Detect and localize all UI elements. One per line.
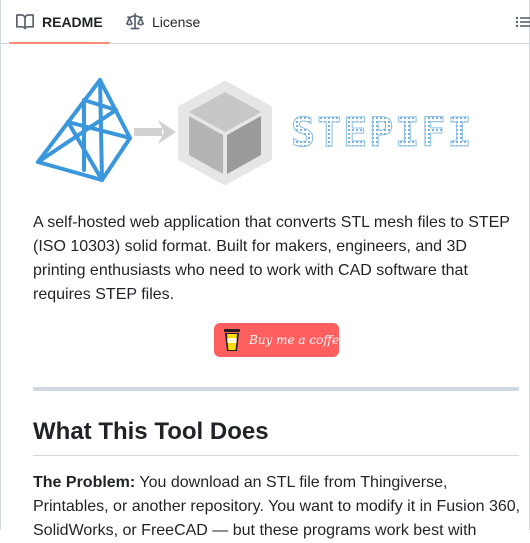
intro-paragraph: A self-hosted web application that conve… [33, 214, 510, 303]
tab-readme-label: README [42, 14, 103, 30]
section-divider [33, 387, 519, 391]
arrow-right-icon [134, 120, 176, 144]
stepifi-logo: STEPIFI [30, 72, 530, 198]
tab-license[interactable]: License [126, 0, 200, 44]
readme-tab-bar: README License [0, 0, 530, 44]
coffee-cup-icon [222, 328, 242, 352]
list-icon [514, 16, 530, 36]
wireframe-triangle-icon [36, 78, 132, 182]
tab-readme[interactable]: README [16, 0, 103, 44]
buy-me-a-coffee-button[interactable]: Buy me a coffee [214, 323, 346, 357]
problem-paragraph: The Problem: You download an STL file fr… [33, 471, 523, 543]
cube-icon [178, 81, 272, 185]
section-heading: What This Tool Does [33, 418, 269, 445]
book-icon [16, 13, 34, 31]
coffee-button-label: Buy me a coffee [249, 333, 347, 347]
logo-wordmark: STEPIFI [291, 110, 474, 157]
heading-underline [33, 455, 519, 456]
active-tab-indicator [9, 42, 110, 44]
outline-button[interactable] [514, 12, 530, 32]
scale-icon [126, 13, 144, 31]
tab-license-label: License [152, 14, 201, 30]
problem-label: The Problem: [33, 474, 136, 491]
